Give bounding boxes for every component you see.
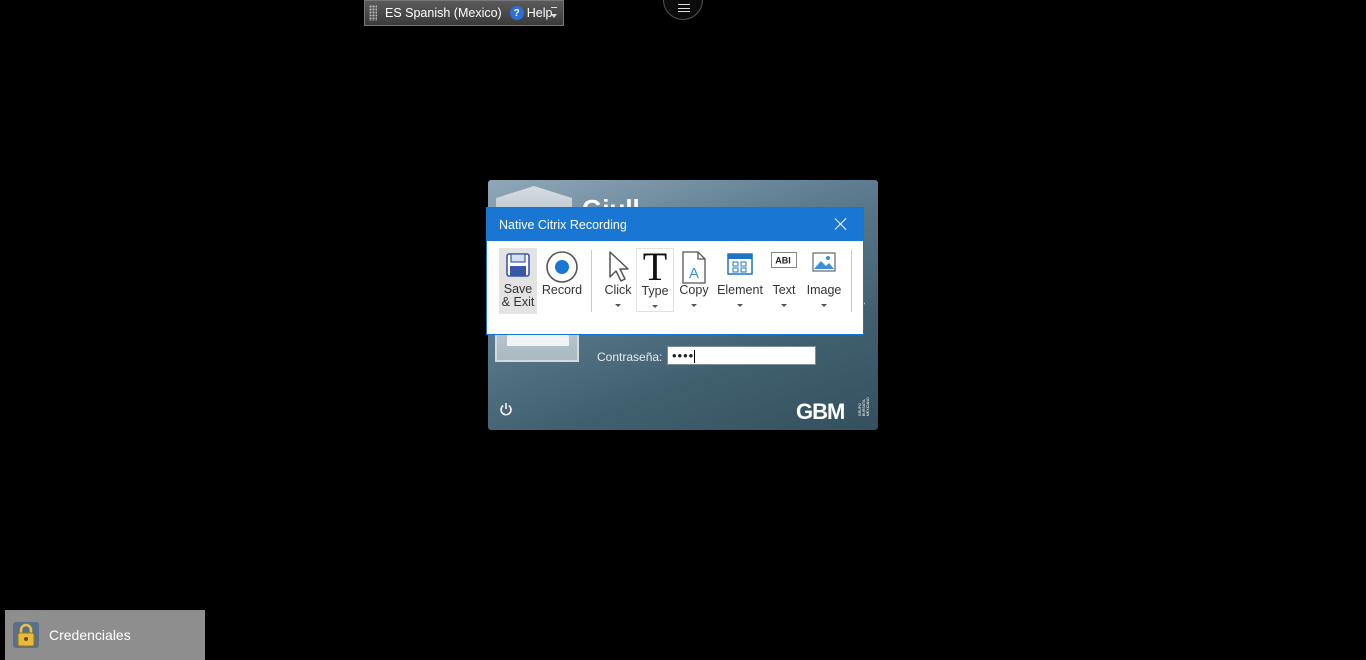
password-label: Contraseña: <box>597 350 663 364</box>
taskbar-item-label: Credenciales <box>49 627 131 643</box>
power-icon[interactable] <box>499 402 513 416</box>
recording-dialog: Native Citrix Recording Save & Exit Recor… <box>486 207 864 335</box>
chevron-down-icon[interactable] <box>781 304 787 307</box>
element-label: Element <box>717 283 763 297</box>
brand-logo: GBM <box>796 399 845 424</box>
dialog-title: Native Citrix Recording <box>499 217 627 232</box>
element-button[interactable]: Element <box>716 248 764 312</box>
save-exit-label: Save & Exit <box>501 282 535 309</box>
svg-text:A: A <box>689 265 699 282</box>
close-icon[interactable] <box>834 217 848 231</box>
record-label: Record <box>541 283 583 297</box>
brand-subtitle: GRUPO BURSÁTIL MEXICANO <box>858 397 870 416</box>
help-icon[interactable]: ? <box>509 6 524 20</box>
text-button[interactable]: ABI Text <box>769 248 799 312</box>
element-icon <box>727 253 753 275</box>
toolbar-separator <box>851 250 852 312</box>
type-label: Type <box>641 284 669 298</box>
chevron-down-icon[interactable] <box>737 304 743 307</box>
language-bar[interactable]: ES Spanish (Mexico) ? Help <box>364 0 564 26</box>
image-button[interactable]: Image <box>804 248 844 312</box>
toolbar-separator <box>591 250 592 312</box>
language-label[interactable]: ES Spanish (Mexico) <box>385 6 502 20</box>
help-label[interactable]: Help <box>527 6 553 20</box>
click-label: Click <box>604 283 632 297</box>
copy-label: Copy <box>679 283 709 297</box>
copy-button[interactable]: A Copy <box>677 248 711 312</box>
image-label: Image <box>806 283 842 297</box>
lock-icon <box>13 622 39 648</box>
record-icon <box>546 251 578 283</box>
svg-text:ABI: ABI <box>775 256 791 266</box>
click-button[interactable]: Click <box>601 248 635 312</box>
grip-handle[interactable] <box>369 5 377 21</box>
type-button[interactable]: T Type <box>636 248 674 312</box>
chevron-down-icon[interactable] <box>652 305 658 308</box>
hamburger-icon <box>678 4 690 12</box>
chevron-down-icon[interactable] <box>821 304 827 307</box>
text-label: Text <box>772 283 796 297</box>
options-icon[interactable] <box>551 4 559 22</box>
chevron-down-icon[interactable] <box>691 304 697 307</box>
text-caret <box>694 350 696 364</box>
dialog-titlebar[interactable]: Native Citrix Recording <box>487 208 863 241</box>
citrix-menu-button[interactable] <box>663 0 703 20</box>
copy-icon: A <box>682 251 706 284</box>
taskbar-item-credenciales[interactable]: Credenciales <box>5 610 205 660</box>
chevron-down-icon[interactable] <box>615 304 621 307</box>
record-button[interactable]: Record <box>541 248 583 312</box>
type-icon: T <box>643 249 667 283</box>
text-icon: ABI <box>771 252 797 268</box>
save-icon <box>506 253 530 277</box>
cursor-icon <box>609 251 629 282</box>
save-exit-button[interactable]: Save & Exit <box>499 248 537 314</box>
password-field[interactable]: •••• <box>667 346 816 365</box>
svg-text:T: T <box>643 249 667 283</box>
image-icon <box>812 252 836 272</box>
password-value: •••• <box>672 348 695 363</box>
